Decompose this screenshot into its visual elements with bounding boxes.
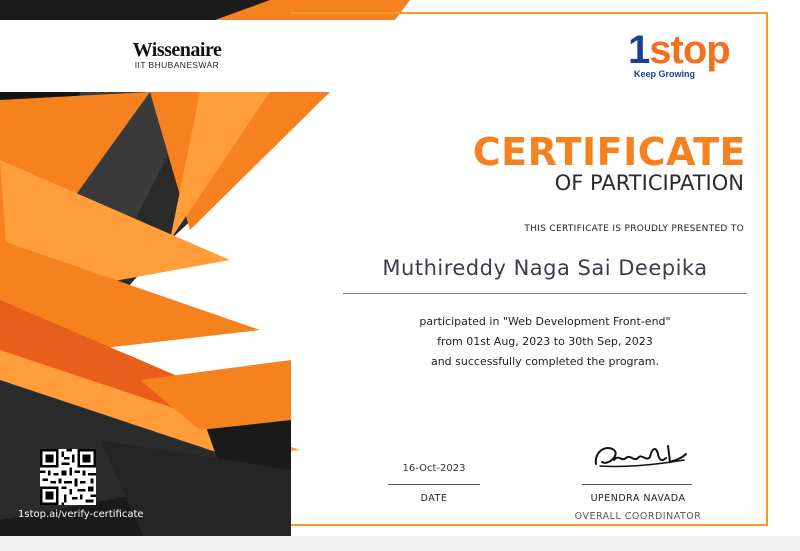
- presented-to-text: THIS CERTIFICATE IS PROUDLY PRESENTED TO: [524, 224, 744, 234]
- 1stop-digit: 1: [628, 28, 650, 72]
- wissenaire-logo: Wissenaire IIT BHUBANESWAR: [118, 40, 236, 74]
- verification-qr-code[interactable]: [40, 449, 96, 505]
- issue-date: 16-Oct-2023: [402, 463, 466, 474]
- 1stop-word: stop: [649, 28, 730, 72]
- 1stop-logo: 1stop Keep Growing: [628, 30, 748, 88]
- body-line-course: participated in "Web Development Front-e…: [419, 315, 671, 328]
- bottom-strip: [0, 536, 800, 551]
- body-line-completion: and successfully completed the program.: [430, 355, 660, 368]
- certificate-title: CERTIFICATE: [472, 130, 746, 174]
- recipient-underline: [343, 293, 747, 294]
- verification-link[interactable]: 1stop.ai/verify-certificate: [18, 509, 144, 520]
- certificate-page: Wissenaire IIT BHUBANESWAR 1stop Keep Gr…: [0, 0, 800, 551]
- wissenaire-subtitle: IIT BHUBANESWAR: [134, 60, 220, 70]
- signatory-role: OVERALL COORDINATOR: [574, 511, 702, 522]
- signatory-name: UPENDRA NAVADA: [590, 493, 686, 504]
- date-label: DATE: [420, 493, 448, 504]
- certificate-subtitle: OF PARTICIPATION: [554, 171, 744, 195]
- body-line-dates: from 01st Aug, 2023 to 30th Sep, 2023: [437, 335, 653, 348]
- wissenaire-brand: Wissenaire: [132, 39, 222, 61]
- 1stop-tagline: Keep Growing: [634, 69, 696, 79]
- signature-underline: [582, 484, 692, 485]
- recipient-name: Muthireddy Naga Sai Deepika: [382, 256, 708, 280]
- signature-image: [594, 445, 687, 468]
- certificate-body: participated in "Web Development Front-e…: [343, 312, 747, 372]
- 1stop-wordmark: 1stop: [628, 30, 748, 70]
- date-underline: [388, 484, 480, 485]
